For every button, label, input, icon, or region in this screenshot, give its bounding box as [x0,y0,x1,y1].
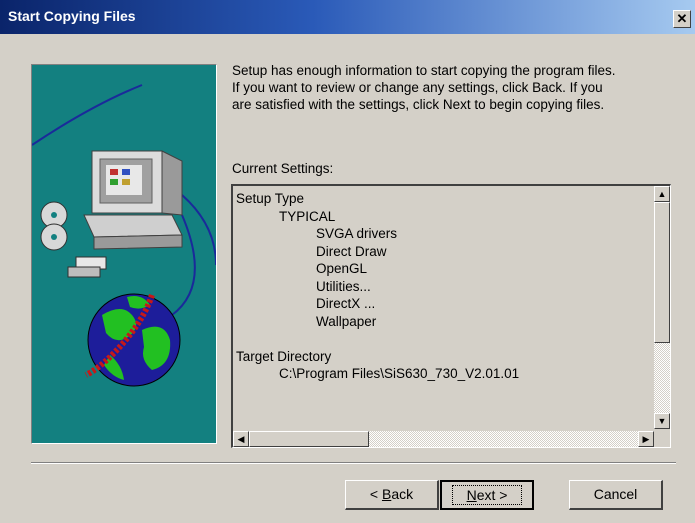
back-mnemonic: B [381,486,392,502]
next-button[interactable]: Next > [440,480,534,510]
next-rest: ext > [476,487,508,503]
settings-line: Wallpaper [316,313,377,329]
current-settings-box[interactable]: Setup Type TYPICAL SVGA drivers Direct D… [231,184,671,448]
intro-line: If you want to review or change any sett… [232,80,603,95]
back-button[interactable]: < Back [345,480,439,510]
intro-line: are satisfied with the settings, click N… [232,97,605,112]
cancel-button[interactable]: Cancel [569,480,663,510]
horizontal-scroll-thumb[interactable] [249,431,369,447]
setup-illustration [31,64,217,444]
arrow-right-icon[interactable]: ▶ [638,431,654,447]
settings-line: Setup Type [236,191,305,206]
current-settings-label: Current Settings: [232,161,334,176]
divider [31,462,676,464]
horizontal-scrollbar[interactable]: ◀ ▶ [233,431,654,447]
settings-line: Utilities... [316,278,371,294]
scrollbar-corner [654,431,670,447]
back-prefix: < [369,486,382,502]
settings-line: Direct Draw [316,243,387,259]
settings-line [236,330,519,348]
next-focus-ring: Next > [451,485,523,505]
settings-line: TYPICAL [279,208,336,224]
vertical-scroll-thumb[interactable] [654,202,670,343]
intro-text: Setup has enough information to start co… [232,62,677,113]
arrow-left-icon[interactable]: ◀ [233,431,249,447]
arrow-down-icon[interactable]: ▼ [654,413,670,429]
close-icon[interactable]: ✕ [673,10,691,28]
settings-line: C:\Program Files\SiS630_730_V2.01.01 [279,366,520,381]
settings-lines: Setup Type TYPICAL SVGA drivers Direct D… [236,190,519,383]
title-bar: Start Copying Files ✕ [0,0,695,34]
vertical-scrollbar[interactable]: ▲ ▼ [654,186,670,429]
arrow-up-icon[interactable]: ▲ [654,186,670,202]
next-mnemonic: N [466,487,477,503]
window-title: Start Copying Files [8,8,136,24]
settings-line: Target Directory [236,348,332,364]
settings-line: OpenGL [316,261,368,276]
computer-globe-illustration [32,84,216,387]
back-rest: ack [391,486,414,502]
settings-line: SVGA drivers [316,226,398,241]
intro-line: Setup has enough information to start co… [232,63,616,78]
settings-line: DirectX ... [316,296,376,311]
